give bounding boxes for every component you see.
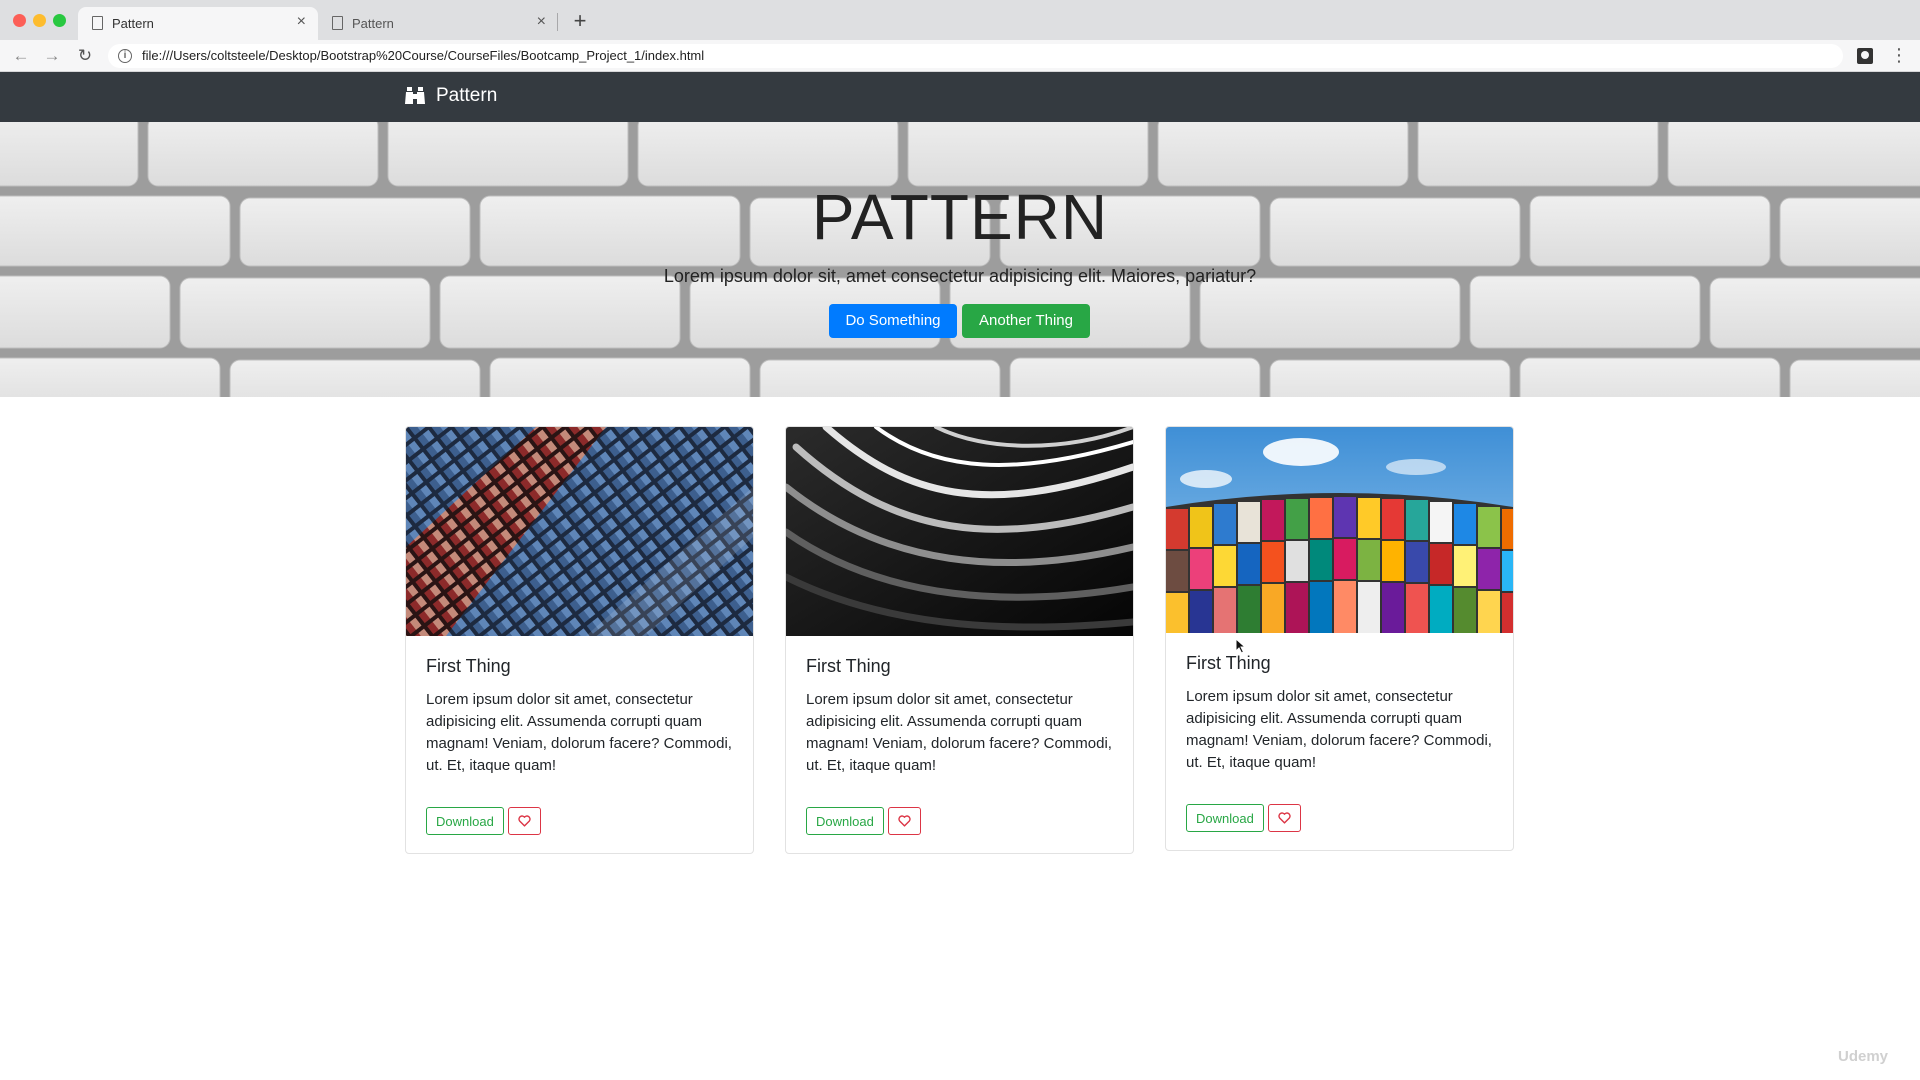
heart-icon — [518, 815, 531, 827]
card: First Thing Lorem ipsum dolor sit amet, … — [405, 426, 754, 854]
new-tab-button[interactable]: + — [568, 8, 592, 34]
info-icon[interactable]: i — [118, 49, 132, 63]
url-text[interactable]: file:///Users/coltsteele/Desktop/Bootstr… — [142, 48, 704, 63]
another-thing-button[interactable]: Another Thing — [962, 304, 1090, 338]
close-window-button[interactable] — [13, 14, 26, 27]
browser-tab-1[interactable]: Pattern × — [78, 7, 318, 40]
card-title: First Thing — [1186, 653, 1271, 673]
hero-button-group: Do Something Another Thing — [0, 304, 1920, 338]
card-image-curved-architecture — [786, 427, 1133, 636]
hero-lead-text: Lorem ipsum dolor sit, amet consectetur … — [663, 266, 1257, 286]
zoom-window-button[interactable] — [53, 14, 66, 27]
brick-wall-background — [0, 122, 1920, 397]
hero-title: PATTERN — [811, 181, 1109, 253]
site-navbar: Pattern — [0, 72, 1920, 122]
hero-jumbotron: PATTERN Lorem ipsum dolor sit, amet cons… — [0, 122, 1920, 397]
card-title: First Thing — [426, 656, 511, 676]
navbar-brand[interactable]: Pattern — [405, 84, 497, 108]
browser-tab-2[interactable]: Pattern × — [318, 7, 558, 40]
card-text: Lorem ipsum dolor sit amet, consectetur … — [1186, 688, 1492, 771]
browser-toolbar: ← → ↻ i file:///Users/coltsteele/Desktop… — [0, 40, 1920, 72]
do-something-button[interactable]: Do Something — [829, 304, 957, 338]
heart-icon — [1278, 812, 1291, 824]
tab-close-icon[interactable]: × — [297, 13, 306, 31]
brand-text: Pattern — [436, 85, 498, 106]
document-icon — [332, 16, 343, 30]
like-button[interactable] — [1267, 804, 1301, 832]
card-title: First Thing — [806, 656, 891, 676]
tab-separator — [557, 13, 558, 31]
arrow-left-icon[interactable]: ← — [9, 44, 33, 68]
download-button[interactable]: Download — [1186, 804, 1264, 832]
like-button[interactable] — [887, 807, 921, 835]
arrow-right-icon[interactable]: → — [40, 44, 64, 68]
download-button[interactable]: Download — [806, 807, 884, 835]
mouse-cursor-icon — [1235, 638, 1247, 654]
tab-title: Pattern — [112, 16, 154, 31]
binoculars-icon — [405, 87, 425, 104]
card-text: Lorem ipsum dolor sit amet, consectetur … — [426, 691, 732, 774]
card-image-building-windows — [406, 427, 753, 636]
minimize-window-button[interactable] — [33, 14, 46, 27]
like-button[interactable] — [507, 807, 541, 835]
kebab-menu-icon[interactable]: ⋮ — [1890, 46, 1908, 64]
download-button[interactable]: Download — [426, 807, 504, 835]
card-text: Lorem ipsum dolor sit amet, consectetur … — [806, 691, 1112, 774]
document-icon — [92, 16, 103, 30]
card: First Thing Lorem ipsum dolor sit amet, … — [1165, 426, 1514, 851]
tab-title: Pattern — [352, 16, 394, 31]
browser-tab-bar: Pattern × Pattern × + — [0, 0, 1920, 40]
udemy-watermark: Udemy — [1838, 1048, 1889, 1065]
card: First Thing Lorem ipsum dolor sit amet, … — [785, 426, 1134, 854]
tab-close-icon[interactable]: × — [537, 13, 546, 31]
address-bar[interactable]: i file:///Users/coltsteele/Desktop/Boots… — [108, 44, 1843, 68]
reload-icon[interactable]: ↻ — [73, 44, 97, 68]
heart-icon — [898, 815, 911, 827]
card-image-colorful-facade — [1166, 427, 1513, 633]
extension-icon[interactable] — [1857, 48, 1873, 64]
